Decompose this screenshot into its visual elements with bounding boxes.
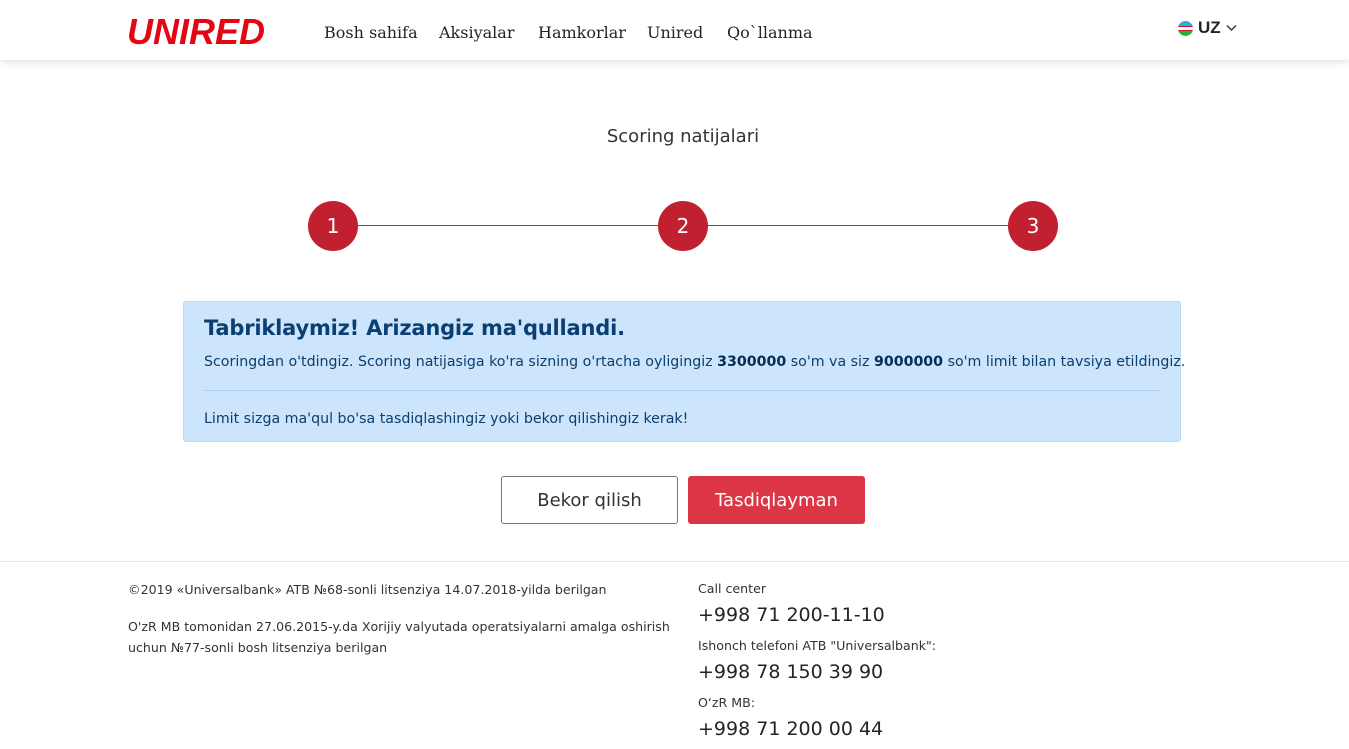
salary-value: 3300000 xyxy=(717,354,787,370)
nav-link-aksiyalar[interactable]: Aksiyalar xyxy=(439,22,514,44)
license-text-2-line-1: O'zR MB tomonidan 27.06.2015-y.da Xoriji… xyxy=(128,619,670,634)
license-text-2-line-2: uchun №77-sonli bosh litsenziya berilgan xyxy=(128,640,388,655)
chevron-down-icon xyxy=(1226,25,1237,31)
alert-text: Scoringdan o'tdingiz. Scoring natijasiga… xyxy=(204,354,1185,370)
approval-alert: Tabriklaymiz! Arizangiz ma'qullandi. Sco… xyxy=(183,301,1185,442)
step-connector xyxy=(708,225,1008,226)
call-center-label: Call center xyxy=(698,581,767,596)
central-bank-phone[interactable]: +998 71 200 00 44 xyxy=(698,718,883,740)
top-navbar: UNIRED Bosh sahifa Aksiyalar Hamkorlar U… xyxy=(0,0,1349,60)
call-center-phone[interactable]: +998 71 200-11-10 xyxy=(698,604,885,626)
page-title: Scoring natijalari xyxy=(606,126,760,147)
alert-text-part: Scoringdan o'tdingiz. Scoring natijasiga… xyxy=(204,354,713,370)
step-3: 3 xyxy=(1008,201,1058,251)
uzbekistan-flag-icon xyxy=(1178,20,1193,36)
alert-note: Limit sizga ma'qul bo'sa tasdiqlashingiz… xyxy=(204,411,689,427)
alert-heading: Tabriklaymiz! Arizangiz ma'qullandi. xyxy=(204,316,625,340)
language-code: UZ xyxy=(1198,18,1221,37)
nav-link-hamkorlar[interactable]: Hamkorlar xyxy=(538,22,626,44)
confirm-button[interactable]: Tasdiqlayman xyxy=(688,476,865,524)
alert-text-part: so'm va siz xyxy=(790,354,870,370)
cancel-button[interactable]: Bekor qilish xyxy=(501,476,678,524)
step-connector xyxy=(358,225,658,226)
step-1: 1 xyxy=(308,201,358,251)
footer-divider xyxy=(0,561,1349,562)
limit-value: 9000000 xyxy=(873,354,944,370)
nav-link-unired[interactable]: Unired xyxy=(647,22,703,44)
trust-phone[interactable]: +998 78 150 39 90 xyxy=(698,661,883,683)
central-bank-label: O‘zR MB: xyxy=(698,695,756,710)
alert-divider xyxy=(204,390,1161,391)
step-2: 2 xyxy=(658,201,708,251)
nav-link-bosh-sahifa[interactable]: Bosh sahifa xyxy=(324,22,418,44)
license-text: ©2019 «Universalbank» ATB №68-sonli lits… xyxy=(128,582,607,597)
alert-text-part: so'm limit bilan tavsiya etildingiz. xyxy=(947,354,1186,370)
language-selector[interactable]: UZ xyxy=(1178,17,1237,39)
trust-phone-label: Ishonch telefoni ATB "Universalbank": xyxy=(698,638,937,653)
unired-logo[interactable]: UNIRED xyxy=(127,12,265,52)
nav-link-qollanma[interactable]: Qo`llanma xyxy=(727,22,813,44)
